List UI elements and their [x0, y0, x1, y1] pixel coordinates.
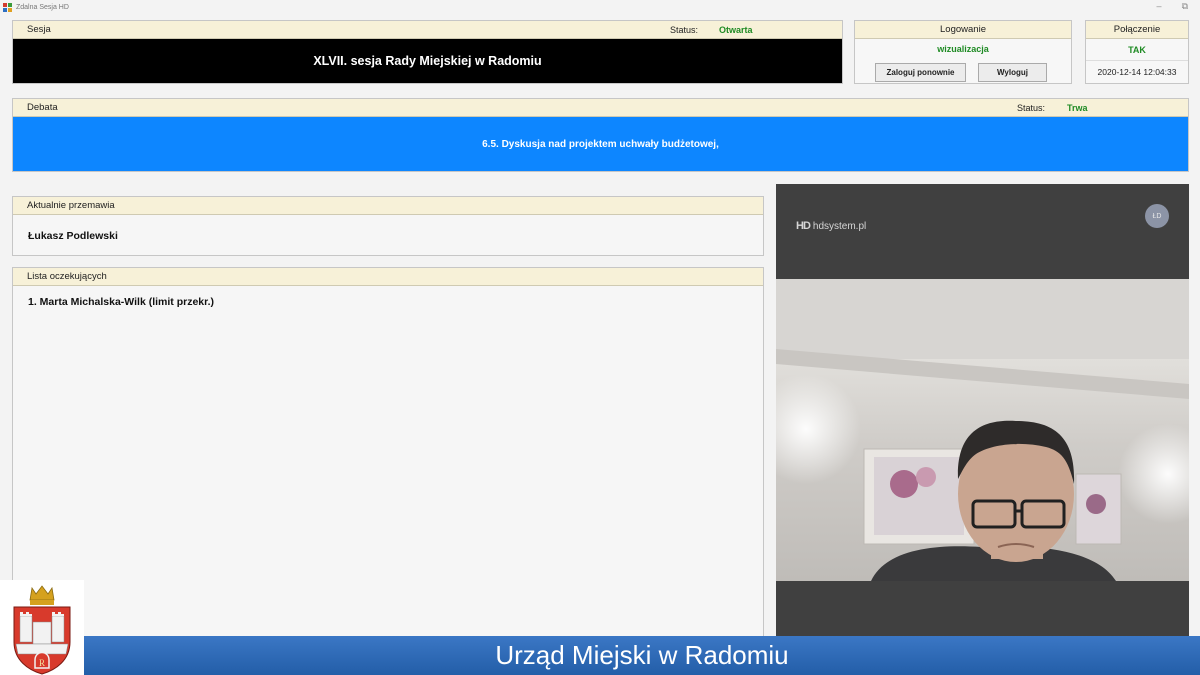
connection-timestamp: 2020-12-14 12:04:33	[1097, 67, 1177, 77]
app-icon	[3, 2, 12, 12]
list-item: 1. Marta Michalska-Wilk (limit przekr.)	[28, 296, 215, 308]
session-status-value: Otwarta	[719, 25, 753, 35]
session-header: Sesja Status: Otwarta	[13, 21, 842, 39]
waiting-list: 1. Marta Michalska-Wilk (limit przekr.)	[13, 286, 763, 308]
window-title: Zdalna Sesja HD	[16, 3, 69, 11]
session-name: XLVII. sesja Rady Miejskiej w Radomiu	[13, 39, 842, 83]
connection-status: TAK	[1086, 39, 1188, 61]
current-speaker-name: Łukasz Podlewski	[28, 230, 118, 242]
login-user: wizualizacja	[937, 44, 989, 54]
city-crest-logo: R	[0, 580, 84, 675]
debate-topic: 6.5. Dyskusja nad projektem uchwały budż…	[13, 117, 1188, 171]
login-panel: Logowanie wizualizacja Zaloguj ponownie …	[854, 20, 1072, 84]
video-feed-panel: HD hdsystem.pl ŁD	[776, 184, 1189, 636]
login-header: Logowanie	[855, 21, 1071, 39]
session-status-label: Status:	[670, 25, 699, 35]
current-speaker-header: Aktualnie przemawia	[13, 197, 763, 215]
footer-banner: Urząd Miejski w Radomiu	[84, 636, 1200, 675]
minimize-icon[interactable]: –	[1157, 1, 1162, 12]
waiting-list-panel: Lista oczekujących 1. Marta Michalska-Wi…	[12, 267, 764, 675]
footer-title: Urząd Miejski w Radomiu	[495, 640, 789, 670]
hdsystem-logo: HD hdsystem.pl	[796, 220, 866, 232]
waiting-list-header: Lista oczekujących	[13, 268, 763, 286]
hd-logo-icon: HD	[796, 220, 811, 232]
connection-panel: Połączenie TAK 2020-12-14 12:04:33	[1085, 20, 1189, 84]
debate-panel: Debata Status: Trwa 6.5. Dyskusja nad pr…	[12, 98, 1189, 172]
camera-scene	[776, 279, 1189, 581]
participant-avatar: ŁD	[1145, 204, 1169, 228]
radom-coat-of-arms-icon: R	[13, 585, 71, 675]
debate-status-label: Status:	[1017, 103, 1046, 113]
debate-status-value: Trwa	[1067, 103, 1088, 113]
relogin-button[interactable]: Zaloguj ponownie	[875, 63, 966, 82]
connection-header: Połączenie	[1086, 21, 1188, 39]
debate-header: Debata Status: Trwa	[13, 99, 1188, 117]
window-titlebar: Zdalna Sesja HD – ⧉	[0, 0, 1200, 14]
camera-feed-image	[776, 279, 1189, 581]
current-speaker-panel: Aktualnie przemawia Łukasz Podlewski	[12, 196, 764, 256]
debate-header-label: Debata	[27, 102, 58, 113]
logout-button[interactable]: Wyloguj	[978, 63, 1047, 82]
svg-text:R: R	[39, 658, 45, 668]
restore-icon[interactable]: ⧉	[1182, 1, 1188, 12]
session-panel: Sesja Status: Otwarta XLVII. sesja Rady …	[12, 20, 843, 84]
hdsystem-brand: hdsystem.pl	[812, 220, 867, 232]
session-header-label: Sesja	[27, 24, 51, 35]
